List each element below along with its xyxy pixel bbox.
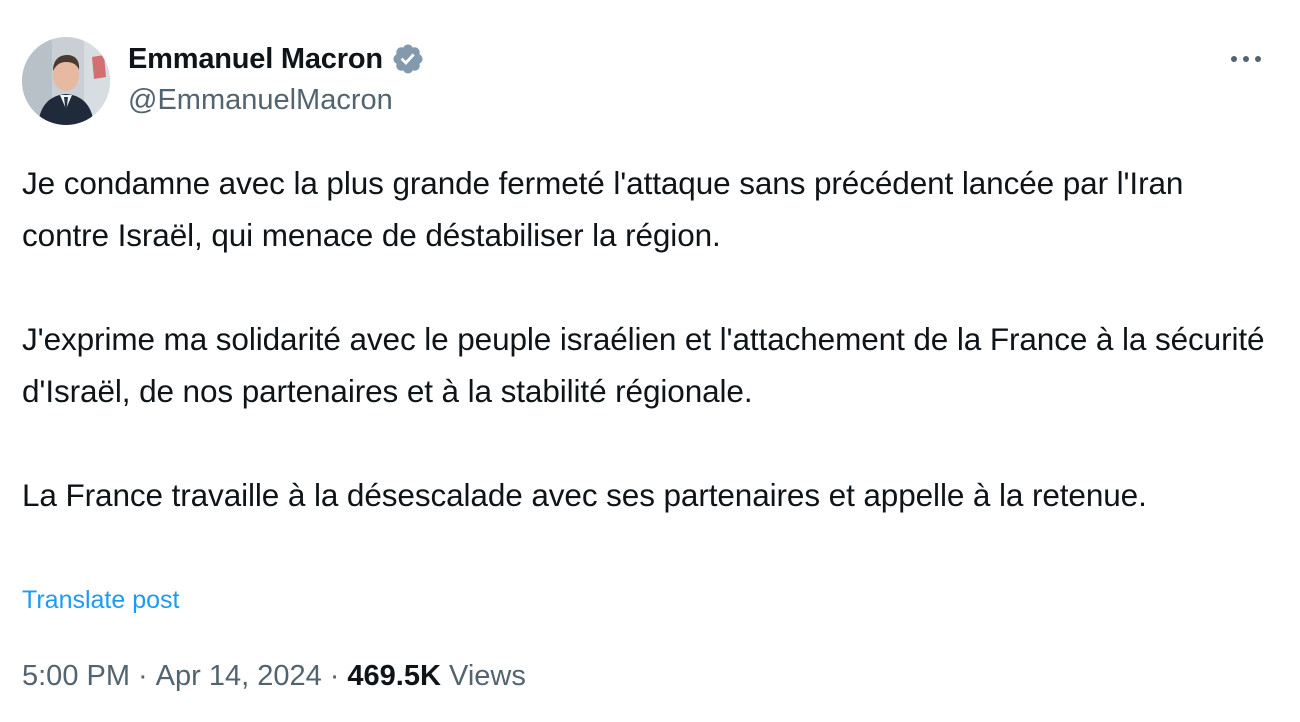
author-handle[interactable]: @EmmanuelMacron <box>128 84 393 117</box>
views-label: Views <box>449 660 526 692</box>
post-paragraph: La France travaille à la désescalade ave… <box>22 477 1147 513</box>
author-name-row: Emmanuel Macron <box>128 39 425 79</box>
post-paragraph: J'exprime ma solidarité avec le peuple i… <box>22 321 1265 409</box>
post-meta: 5:00 PM · Apr 14, 2024 · 469.5K Views <box>22 660 526 693</box>
more-options-button[interactable] <box>1228 44 1264 74</box>
post-text: Je condamne avec la plus grande fermeté … <box>22 157 1272 521</box>
verified-badge-icon[interactable] <box>391 42 425 76</box>
meta-separator: · <box>329 660 340 692</box>
post-paragraph: Je condamne avec la plus grande fermeté … <box>22 165 1184 253</box>
avatar-photo <box>22 37 110 125</box>
more-options-icon <box>1231 56 1261 62</box>
post-time[interactable]: 5:00 PM <box>22 660 130 692</box>
tweet: Emmanuel Macron @EmmanuelMacron Je conda… <box>0 0 1300 722</box>
meta-separator: · <box>138 660 148 692</box>
author-display-name[interactable]: Emmanuel Macron <box>128 43 383 76</box>
views-count[interactable]: 469.5K <box>347 660 441 692</box>
avatar[interactable] <box>22 37 110 125</box>
post-date[interactable]: Apr 14, 2024 <box>156 660 322 692</box>
translate-post-link[interactable]: Translate post <box>22 586 179 615</box>
